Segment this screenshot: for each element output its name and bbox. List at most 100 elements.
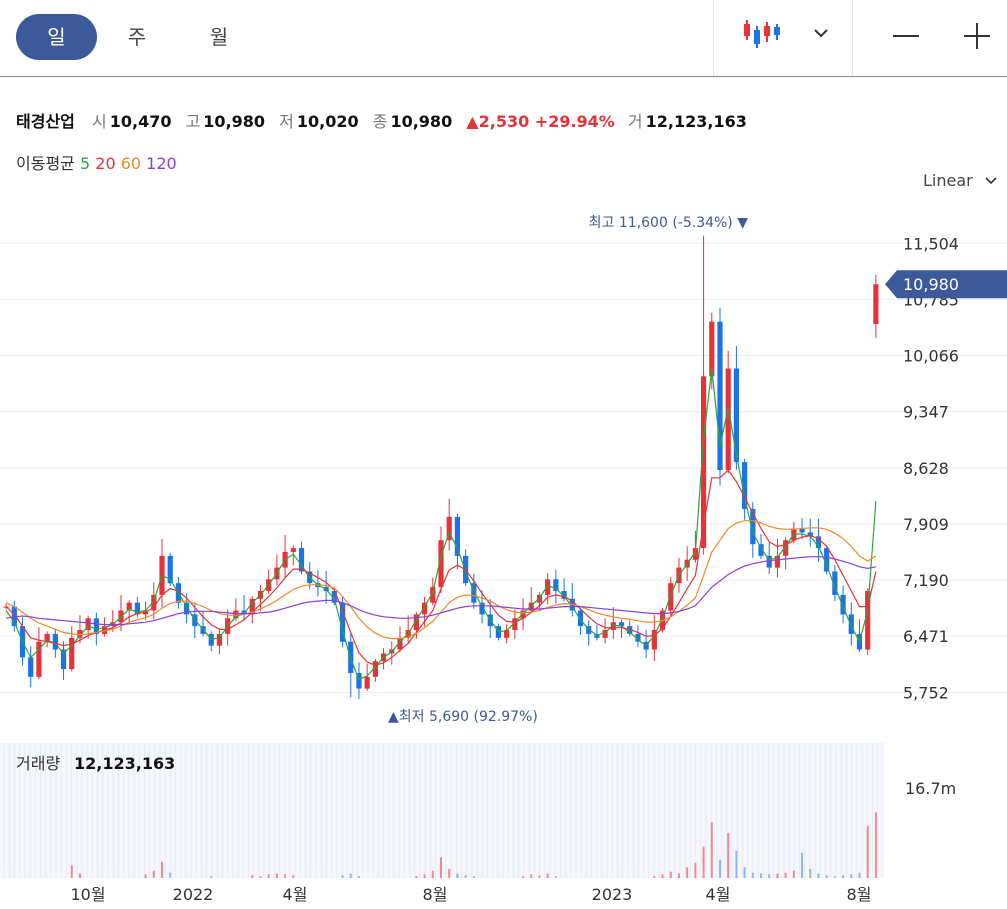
x-tick-label: 10월 <box>70 885 105 904</box>
volume-bar <box>833 876 836 878</box>
zoom-out-button[interactable] <box>892 22 920 54</box>
x-tick-label: 4월 <box>706 885 731 904</box>
volume-bar <box>522 876 525 878</box>
candle-body <box>848 614 854 634</box>
period-toolbar: 일 주 월 <box>0 0 1007 77</box>
y-tick-label: 11,504 <box>903 234 959 253</box>
volume-bar <box>751 872 754 878</box>
volume-bar <box>801 852 804 878</box>
volume-bar <box>874 812 877 878</box>
volume-bar <box>702 846 705 878</box>
volume-bar <box>850 874 853 878</box>
volume-bar <box>78 873 81 878</box>
volume-bar <box>538 875 541 878</box>
scale-mode: Linear <box>923 171 973 190</box>
volume-bar <box>152 870 155 878</box>
volume-bar <box>677 873 680 878</box>
volume-bar <box>415 876 418 878</box>
volume-bar <box>267 874 270 878</box>
x-tick-label: 2023 <box>592 885 633 904</box>
ma-120[interactable]: 120 <box>146 154 177 173</box>
volume-bar <box>357 876 360 878</box>
volume-bar <box>760 873 763 878</box>
volume-bar <box>784 872 787 878</box>
volume-bar <box>259 876 262 878</box>
volume-bar <box>70 865 73 878</box>
volume-bar <box>210 876 213 878</box>
volume-value: 12,123,163 <box>645 112 747 131</box>
volume-bar <box>161 861 164 878</box>
open-value: 10,470 <box>109 112 172 131</box>
volume-bar <box>349 873 352 878</box>
candlestick-chart-icon[interactable] <box>742 18 782 54</box>
zoom-in-button[interactable] <box>963 22 991 54</box>
y-tick-label: 7,190 <box>903 571 949 590</box>
stock-name: 태경산업 <box>16 112 75 131</box>
y-tick-label: 9,347 <box>903 403 949 422</box>
volume-bar <box>792 870 795 878</box>
close-value: 10,980 <box>390 112 453 131</box>
ma-60[interactable]: 60 <box>121 154 141 173</box>
price-summary: 태경산업 시 10,470 고 10,980 저 10,020 종 10,980 ▲2,… <box>16 108 756 132</box>
chevron-down-icon <box>985 177 997 185</box>
volume-bar <box>456 873 459 878</box>
volume-panel-value: 12,123,163 <box>74 754 175 773</box>
ma-label: 이동평균 <box>16 154 75 173</box>
volume-bar <box>546 873 549 878</box>
volume-bar <box>554 876 557 878</box>
volume-bar <box>530 874 533 878</box>
max-price-note: 최고 11,600 (-5.34%) ▼ <box>589 215 749 231</box>
volume-bar <box>669 871 672 878</box>
candle-body <box>545 579 551 595</box>
volume-bar <box>776 873 779 878</box>
candle-body <box>709 321 715 377</box>
candle-body <box>290 548 296 552</box>
min-price-note: ▲최저 5,690 (92.97%) <box>388 709 538 725</box>
y-tick-label: 5,752 <box>903 683 949 702</box>
candle-body <box>454 516 461 556</box>
volume-bar <box>292 875 295 878</box>
tab-month[interactable]: 월 <box>182 14 256 60</box>
ma-5[interactable]: 5 <box>80 154 90 173</box>
ma-20[interactable]: 20 <box>95 154 115 173</box>
change-value: ▲2,530 +29.94% <box>466 112 615 131</box>
open-label: 시 <box>91 112 107 131</box>
volume-bar <box>825 875 828 878</box>
tab-week[interactable]: 주 <box>100 14 174 60</box>
volume-bar <box>817 873 820 878</box>
volume-bar <box>686 867 689 878</box>
volume-bar <box>472 876 475 878</box>
volume-bar <box>431 870 434 878</box>
tab-day[interactable]: 일 <box>16 14 97 60</box>
candle-body <box>733 368 740 463</box>
candle-body <box>52 633 58 650</box>
candle-body <box>28 657 34 677</box>
volume-panel-label: 거래량 <box>16 754 60 773</box>
volume-bar <box>275 873 278 878</box>
toolbar-divider <box>713 0 714 76</box>
y-tick-label: 8,628 <box>903 459 949 478</box>
low-value: 10,020 <box>296 112 359 131</box>
volume-bar <box>169 872 172 878</box>
y-tick-label: 6,471 <box>903 627 949 646</box>
low-label: 저 <box>279 112 294 131</box>
candle-body <box>577 610 584 627</box>
volume-bar <box>341 875 344 878</box>
volume-label: 거 <box>627 112 643 131</box>
volume-max-label: 16.7m <box>905 779 956 798</box>
volume-bar <box>743 867 746 878</box>
volume-bar <box>251 875 254 878</box>
candle-body <box>717 321 723 470</box>
volume-bar <box>464 875 467 878</box>
volume-bar <box>809 869 812 878</box>
price-chart[interactable]: 5,7526,4717,1907,9098,6289,34710,06610,7… <box>0 190 1007 909</box>
candle-body <box>364 676 370 689</box>
moving-average-legend: 이동평균 5 20 60 120 <box>16 150 177 174</box>
chevron-down-icon[interactable] <box>813 24 829 43</box>
y-tick-label: 7,909 <box>903 515 949 534</box>
x-tick-label: 2022 <box>173 885 214 904</box>
volume-bar <box>448 869 451 878</box>
scale-dropdown[interactable]: Linear <box>923 171 998 190</box>
volume-bar <box>284 874 287 878</box>
volume-bar <box>440 857 442 878</box>
